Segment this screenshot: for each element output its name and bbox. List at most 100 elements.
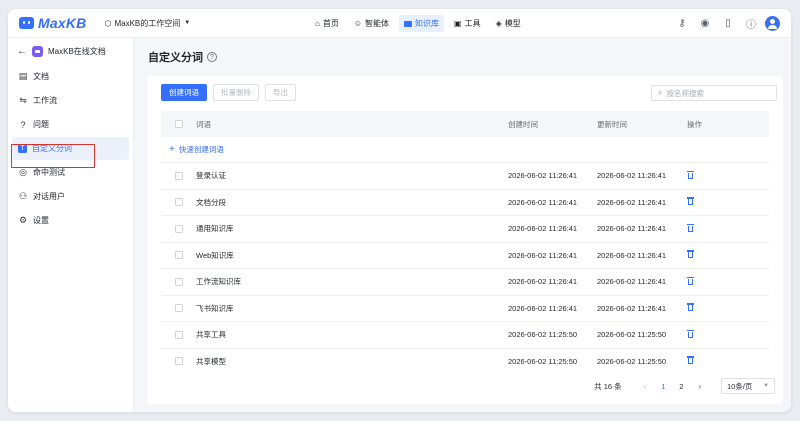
user-avatar-icon[interactable] bbox=[765, 15, 780, 31]
row-checkbox[interactable] bbox=[174, 357, 183, 366]
workflow-icon: ⇋ bbox=[19, 95, 27, 105]
table-header: 词语 创建时间 更新时间 操作 bbox=[161, 111, 769, 137]
search-icon: ⌕ bbox=[658, 88, 663, 97]
help-icon[interactable]: ⓘ bbox=[743, 15, 759, 31]
cell-updated: 2026-06-02 11:26:41 bbox=[597, 224, 667, 234]
table-row: 文档分段 2026-06-02 11:26:41 2026-06-02 11:2… bbox=[161, 190, 769, 216]
delete-icon[interactable] bbox=[687, 170, 694, 179]
cell-word: 文档分段 bbox=[196, 197, 226, 207]
cell-updated: 2026-06-02 11:26:41 bbox=[597, 303, 667, 313]
content-card: 创建词语 批量删除 导出 ⌕ 词语 创建时间 更新时间 操作 + 快速创建词语 … bbox=[147, 76, 783, 404]
workspace-selector[interactable]: ⬡ MaxKB的工作空间 ▼ bbox=[104, 18, 190, 29]
cell-created: 2026-06-02 11:26:41 bbox=[508, 224, 578, 234]
batch-delete-button[interactable]: 批量删除 bbox=[213, 84, 259, 101]
top-bar: MaxKB ⬡ MaxKB的工作空间 ▼ ⌂ 首页 ☺ 智能体 知识库 ▣ 工具 bbox=[8, 9, 791, 38]
page-title: 自定义分词 ? bbox=[148, 49, 217, 65]
search-input[interactable] bbox=[666, 88, 767, 98]
document-icon[interactable]: ▯ bbox=[720, 15, 736, 31]
plus-icon: + bbox=[169, 144, 175, 155]
create-word-button[interactable]: 创建词语 bbox=[161, 84, 207, 101]
logo-icon bbox=[19, 17, 34, 29]
workspace-icon: ⬡ bbox=[104, 18, 112, 28]
header-word: 词语 bbox=[196, 119, 211, 129]
chevron-left-icon[interactable]: ‹ bbox=[644, 382, 647, 391]
delete-icon[interactable] bbox=[687, 303, 694, 312]
row-checkbox[interactable] bbox=[174, 251, 183, 260]
nav-home[interactable]: ⌂ 首页 bbox=[310, 15, 344, 32]
main-nav: ⌂ 首页 ☺ 智能体 知识库 ▣ 工具 ◈ 模型 bbox=[310, 15, 531, 32]
header-created: 创建时间 bbox=[508, 119, 538, 129]
sidebar-item-questions[interactable]: ? 问题 bbox=[12, 113, 129, 136]
back-arrow-icon[interactable]: ← bbox=[17, 46, 27, 57]
github-icon[interactable]: ◉ bbox=[697, 15, 713, 31]
delete-icon[interactable] bbox=[687, 250, 694, 259]
row-checkbox[interactable] bbox=[174, 277, 183, 286]
question-icon: ? bbox=[20, 119, 26, 130]
delete-icon[interactable] bbox=[687, 223, 694, 232]
knowledge-base-icon bbox=[32, 45, 43, 57]
quick-create-word[interactable]: + 快速创建词语 bbox=[161, 137, 769, 163]
cell-word: 飞书知识库 bbox=[196, 303, 234, 313]
sidebar-item-documents[interactable]: ▤ 文档 bbox=[12, 65, 129, 88]
sidebar-item-label: 自定义分词 bbox=[32, 144, 72, 153]
page-size-select[interactable]: 10条/页 ▼ bbox=[721, 378, 775, 394]
toolbox-icon: ▣ bbox=[454, 19, 462, 28]
document-icon: ▤ bbox=[18, 71, 28, 81]
header-updated: 更新时间 bbox=[597, 119, 627, 129]
sidebar-item-label: 命中测试 bbox=[33, 168, 65, 177]
sidebar-item-label: 对话用户 bbox=[33, 192, 65, 201]
quick-create-label: 快速创建词语 bbox=[178, 145, 224, 154]
toolbar: 创建词语 批量删除 导出 bbox=[161, 84, 302, 101]
select-all-checkbox[interactable] bbox=[174, 120, 183, 128]
cell-word: 共享工具 bbox=[196, 330, 226, 340]
sidebar-item-hit-test[interactable]: ◎ 命中测试 bbox=[12, 161, 129, 184]
page-size-value: 10条/页 bbox=[727, 381, 753, 391]
nav-models[interactable]: ◈ 模型 bbox=[491, 15, 526, 32]
row-checkbox[interactable] bbox=[174, 304, 183, 313]
row-checkbox[interactable] bbox=[174, 224, 183, 233]
sidebar-item-workflow[interactable]: ⇋ 工作流 bbox=[12, 89, 129, 112]
cell-created: 2026-06-02 11:25:50 bbox=[508, 330, 578, 340]
cell-updated: 2026-06-02 11:26:41 bbox=[597, 277, 667, 287]
cell-created: 2026-06-02 11:26:41 bbox=[508, 303, 578, 313]
workspace-label: MaxKB的工作空间 bbox=[114, 18, 181, 28]
app-window: MaxKB ⬡ MaxKB的工作空间 ▼ ⌂ 首页 ☺ 智能体 知识库 ▣ 工具 bbox=[8, 9, 791, 412]
sidebar-item-settings[interactable]: ⚙ 设置 bbox=[12, 209, 129, 232]
help-icon[interactable]: ? bbox=[207, 52, 217, 62]
delete-icon[interactable] bbox=[687, 329, 694, 338]
row-checkbox[interactable] bbox=[174, 330, 183, 339]
cell-word: Web知识库 bbox=[196, 250, 234, 260]
delete-icon[interactable] bbox=[687, 276, 694, 285]
delete-icon[interactable] bbox=[687, 356, 694, 365]
cell-updated: 2026-06-02 11:26:41 bbox=[597, 171, 667, 181]
logo[interactable]: MaxKB bbox=[19, 15, 86, 31]
sidebar-item-chat-users[interactable]: ⚇ 对话用户 bbox=[12, 185, 129, 208]
table-row: 共享模型 2026-06-02 11:25:50 2026-06-02 11:2… bbox=[161, 349, 769, 368]
nav-knowledge[interactable]: 知识库 bbox=[399, 15, 445, 32]
cell-created: 2026-06-02 11:26:41 bbox=[508, 197, 578, 207]
page-number[interactable]: 1 bbox=[657, 382, 669, 391]
row-checkbox[interactable] bbox=[174, 198, 183, 207]
pagination: 共 16 条 ‹ 1 2 › 10条/页 ▼ bbox=[594, 378, 775, 394]
chevron-right-icon[interactable]: › bbox=[698, 382, 701, 391]
sidebar-header: ← MaxKB在线文档 bbox=[8, 38, 133, 64]
cell-created: 2026-06-02 11:26:41 bbox=[508, 277, 578, 287]
key-icon[interactable]: ⚷ bbox=[674, 15, 690, 31]
sidebar-item-custom-segmentation[interactable]: T 自定义分词 bbox=[12, 137, 129, 160]
chevron-down-icon: ▼ bbox=[763, 383, 769, 389]
export-button[interactable]: 导出 bbox=[265, 84, 296, 101]
table-row: 通用知识库 2026-06-02 11:26:41 2026-06-02 11:… bbox=[161, 216, 769, 243]
gear-icon: ⚙ bbox=[18, 215, 28, 225]
nav-tools[interactable]: ▣ 工具 bbox=[449, 15, 486, 32]
cell-created: 2026-06-02 11:25:50 bbox=[508, 356, 578, 366]
delete-icon[interactable] bbox=[687, 197, 694, 206]
cell-created: 2026-06-02 11:26:41 bbox=[508, 171, 578, 181]
search-box[interactable]: ⌕ bbox=[651, 85, 777, 101]
sidebar: ← MaxKB在线文档 ▤ 文档 ⇋ 工作流 ? 问题 T 自定义分词 ◎ 命中… bbox=[8, 38, 134, 412]
nav-agent[interactable]: ☺ 智能体 bbox=[349, 15, 394, 32]
users-icon: ⚇ bbox=[18, 191, 28, 201]
header-ops: 操作 bbox=[687, 119, 702, 129]
page-number[interactable]: 2 bbox=[675, 382, 687, 391]
table-row: Web知识库 2026-06-02 11:26:41 2026-06-02 11… bbox=[161, 243, 769, 269]
row-checkbox[interactable] bbox=[174, 171, 183, 180]
